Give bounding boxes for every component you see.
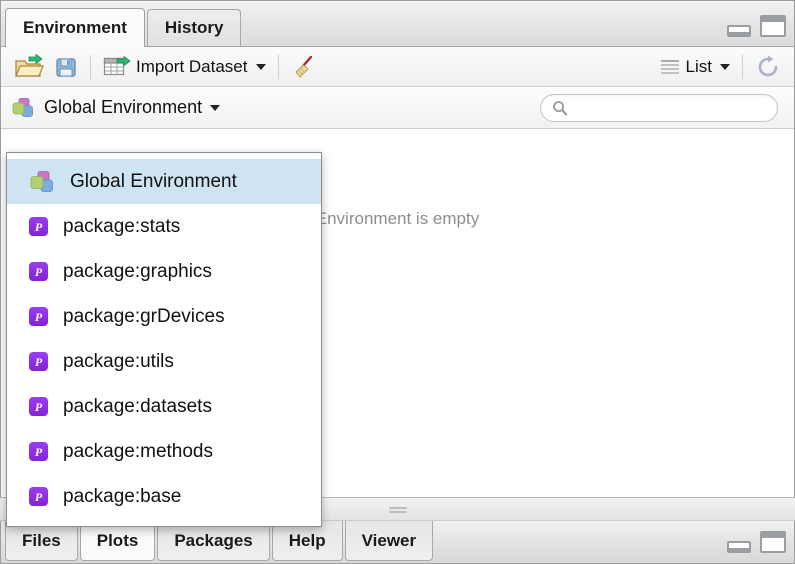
package-icon: P: [29, 487, 48, 506]
dropdown-item-package-datasets[interactable]: P package:datasets: [7, 384, 321, 429]
dropdown-item-global-environment[interactable]: Global Environment: [7, 159, 321, 204]
list-lines-icon: [659, 57, 681, 77]
view-mode-label: List: [685, 56, 712, 76]
environment-chevron-down-icon: [210, 104, 221, 111]
bottom-tab-plots[interactable]: Plots: [79, 521, 156, 561]
clear-objects-button[interactable]: [286, 52, 324, 82]
dropdown-item-label: package:stats: [63, 215, 181, 237]
search-input[interactable]: [575, 100, 755, 116]
package-icon: P: [29, 442, 48, 461]
bottom-tab-help[interactable]: Help: [271, 521, 343, 561]
splitter-grip-icon: [389, 507, 407, 513]
environment-selector-button[interactable]: Global Environment: [11, 97, 221, 119]
refresh-button[interactable]: [750, 52, 786, 82]
bottom-tab-files-label: Files: [22, 530, 61, 550]
package-icon: P: [29, 397, 48, 416]
dropdown-item-label: package:graphics: [63, 260, 212, 282]
rstudio-environment-pane: Environment History Import Dataset List …: [0, 0, 795, 564]
package-icon: P: [29, 217, 48, 236]
global-environment-icon: [11, 97, 35, 119]
minimize-pane-icon[interactable]: [727, 25, 751, 37]
dropdown-item-label: Global Environment: [70, 170, 237, 192]
maximize-pane-icon[interactable]: [760, 15, 786, 37]
bottom-tab-help-label: Help: [288, 530, 326, 550]
view-mode-button[interactable]: List: [654, 52, 735, 82]
broom-icon: [291, 54, 319, 80]
dropdown-item-label: package:methods: [63, 440, 213, 462]
dropdown-item-label: package:utils: [63, 350, 174, 372]
dropdown-item-package-graphics[interactable]: P package:graphics: [7, 249, 321, 294]
bottom-maximize-pane-icon[interactable]: [760, 531, 786, 553]
toolbar-separator-3: [742, 54, 743, 79]
open-folder-icon: [14, 53, 44, 80]
dropdown-item-label: package:datasets: [63, 395, 212, 417]
environment-selector-bar: Global Environment: [1, 87, 794, 129]
dropdown-item-package-utils[interactable]: P package:utils: [7, 339, 321, 384]
bottom-tab-viewer[interactable]: Viewer: [344, 521, 434, 561]
bottom-tab-files[interactable]: Files: [5, 521, 78, 561]
load-workspace-button[interactable]: [9, 52, 49, 82]
dropdown-item-package-stats[interactable]: P package:stats: [7, 204, 321, 249]
environment-selector-label: Global Environment: [44, 97, 203, 117]
tab-history-label: History: [164, 18, 224, 37]
dropdown-item-package-methods[interactable]: P package:methods: [7, 429, 321, 474]
tab-strip-filler: [243, 1, 794, 46]
toolbar-separator-2: [277, 54, 279, 79]
refresh-icon: [755, 54, 781, 80]
grid-import-icon: [103, 55, 131, 79]
tab-environment-label: Environment: [23, 18, 127, 37]
view-mode-chevron-down-icon: [720, 63, 730, 70]
environment-dropdown-menu: Global Environment P package:stats P pac…: [6, 152, 322, 527]
import-dataset-button[interactable]: Import Dataset: [98, 52, 271, 82]
dropdown-item-package-base[interactable]: P package:base: [7, 474, 321, 519]
environment-toolbar: Import Dataset List: [1, 47, 794, 87]
dropdown-item-label: package:base: [63, 485, 182, 507]
save-workspace-button[interactable]: [49, 52, 83, 82]
magnifier-icon: [552, 100, 568, 116]
floppy-disk-icon: [54, 55, 78, 79]
package-icon: P: [29, 352, 48, 371]
bottom-tab-plots-label: Plots: [96, 530, 139, 550]
package-icon: P: [29, 262, 48, 281]
dropdown-item-label: package:grDevices: [63, 305, 225, 327]
chevron-down-icon: [255, 63, 266, 70]
bottom-pane-controls: [727, 531, 786, 553]
tab-history[interactable]: History: [146, 9, 242, 46]
search-box[interactable]: [540, 94, 778, 122]
package-icon: P: [29, 307, 48, 326]
toolbar-separator-1: [90, 54, 91, 79]
dropdown-item-package-grdevices[interactable]: P package:grDevices: [7, 294, 321, 339]
global-environment-icon: [29, 170, 55, 194]
top-tab-strip: Environment History: [1, 1, 794, 47]
top-pane-controls: [727, 15, 786, 37]
bottom-tab-strip: Files Plots Packages Help Viewer: [0, 521, 795, 564]
tab-environment[interactable]: Environment: [5, 8, 145, 47]
bottom-tab-viewer-label: Viewer: [361, 530, 417, 550]
bottom-minimize-pane-icon[interactable]: [727, 541, 751, 553]
import-dataset-label: Import Dataset: [136, 56, 248, 76]
bottom-tab-packages[interactable]: Packages: [157, 521, 270, 561]
bottom-tab-packages-label: Packages: [174, 530, 253, 550]
